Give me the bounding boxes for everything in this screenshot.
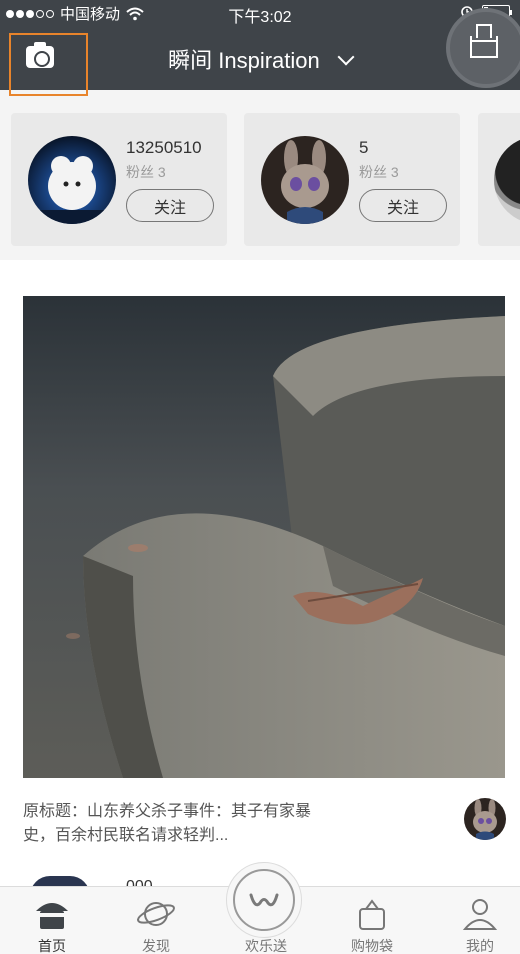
w-logo-icon [233,869,295,931]
tab-mine[interactable]: 我的 [428,887,520,954]
fans-count: 粉丝 3 [126,164,166,180]
post-card[interactable]: 原标题：山东养父杀子事件：其子有家暴史，百余村民联名请求轻判... 000 [6,278,520,898]
avatar[interactable] [28,136,116,224]
camera-button[interactable] [9,33,88,96]
planet-icon [137,902,175,926]
tab-label: 购物袋 [351,938,393,954]
user-name: 13250510 [126,138,202,157]
follow-button[interactable]: 关注 [126,189,214,222]
home-icon [36,903,68,929]
tab-shopping-bag[interactable]: 购物袋 [320,887,424,954]
tab-label: 我的 [466,938,494,954]
post-image[interactable] [23,296,505,778]
inbox-icon [470,24,498,58]
follow-button[interactable]: 关注 [359,189,447,222]
user-card[interactable]: 13250510 粉丝 3 关注 [11,113,227,246]
camera-icon [26,42,54,68]
tab-label: 发现 [142,938,170,954]
user-name: 5 [359,138,369,157]
tab-label: 首页 [38,938,66,954]
person-icon [462,899,498,930]
user-card[interactable]: 5 粉丝 3 关注 [244,113,460,246]
author-avatar[interactable] [464,798,506,840]
chevron-down-icon [337,48,355,66]
page-title: 瞬间 Inspiration [168,48,320,73]
recommended-users: 13250510 粉丝 3 关注 5 粉丝 3 关注 [0,90,520,260]
status-time: 下午3:02 [228,9,292,26]
carrier-label: 中国移动 [60,6,121,23]
tab-home[interactable]: 首页 [0,887,104,954]
status-bar: 中国移动 下午3:02 [0,0,520,26]
bag-icon [359,899,385,930]
avatar[interactable] [261,136,349,224]
center-tab-button[interactable] [226,862,302,938]
post-caption[interactable]: 原标题：山东养父杀子事件：其子有家暴史，百余村民联名请求轻判... [23,800,323,848]
tab-discover[interactable]: 发现 [104,887,208,954]
status-left: 中国移动 [6,3,144,24]
avatar[interactable] [494,136,520,224]
inbox-button[interactable] [446,8,520,88]
wifi-icon [126,7,144,20]
user-card-partial[interactable] [478,113,520,246]
fans-count: 粉丝 3 [359,164,399,180]
signal-strength-icon [6,9,54,18]
tab-label: 欢乐送 [245,938,287,954]
